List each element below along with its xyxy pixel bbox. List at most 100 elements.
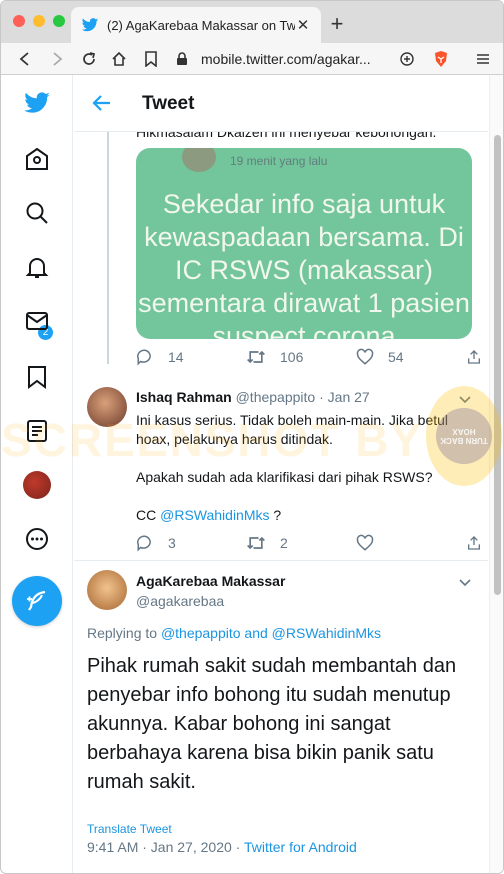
reply-tweet-body: Ini kasus serius. Tidak boleh main-main.… — [136, 411, 466, 544]
bookmark-button[interactable] — [141, 49, 161, 69]
close-window-button[interactable] — [13, 15, 25, 27]
nav-notifications[interactable] — [23, 253, 51, 281]
plus-circle-icon — [400, 52, 414, 66]
tab-title: (2) AgaKarebaa Makassar on Twitt — [107, 17, 295, 33]
nav-profile-avatar[interactable] — [23, 471, 51, 499]
replying-label: Replying to — [87, 625, 158, 641]
share-button[interactable] — [466, 534, 488, 552]
replying-to: Replying to @thepappito and @RSWahidinMk… — [87, 625, 381, 641]
add-bookmark-button[interactable] — [397, 49, 417, 69]
lock-icon — [177, 52, 187, 65]
bookmark-outline-icon — [145, 51, 157, 67]
heart-icon — [356, 534, 374, 551]
nav-home[interactable] — [23, 145, 51, 173]
like-button[interactable] — [356, 534, 466, 552]
parent-tweet-partial-text: Hikmasalam Dkaizen ini menyebar kebohong… — [136, 132, 437, 140]
maximize-window-button[interactable] — [53, 15, 65, 27]
nav-explore[interactable] — [23, 199, 51, 227]
mention-link[interactable]: @RSWahidinMks — [160, 507, 269, 523]
heart-icon — [356, 348, 374, 365]
share-icon — [468, 536, 480, 550]
reply-count: 3 — [168, 535, 176, 551]
tweet-thread: Hikmasalam Dkaizen ini menyebar kebohong… — [74, 132, 488, 873]
thread-connector-line — [107, 132, 109, 364]
share-button[interactable] — [466, 348, 488, 366]
tweet-source-link[interactable]: Twitter for Android — [244, 839, 357, 855]
nav-bookmarks[interactable] — [23, 363, 51, 391]
search-icon — [26, 202, 48, 224]
cc-suffix: ? — [273, 507, 282, 523]
scrollbar-thumb[interactable] — [494, 135, 501, 595]
browser-toolbar: mobile.twitter.com/agakar... — [1, 43, 503, 75]
reply-count: 14 — [168, 349, 184, 365]
reload-button[interactable] — [79, 49, 99, 69]
avatar[interactable] — [87, 570, 127, 610]
tweet-timestamp[interactable]: 9:41 AM · Jan 27, 2020 · — [87, 839, 240, 855]
cc-label: CC — [136, 507, 157, 523]
twitter-bird-icon — [24, 92, 50, 113]
back-button[interactable] — [15, 49, 35, 69]
address-bar[interactable]: mobile.twitter.com/agakar... — [175, 47, 421, 71]
forward-button[interactable] — [47, 49, 67, 69]
forward-arrow-icon — [53, 52, 63, 66]
tweet-divider — [74, 560, 488, 561]
hamburger-menu-icon — [477, 54, 489, 64]
retweet-button[interactable]: 106 — [246, 348, 356, 366]
twitter-logo-button[interactable] — [23, 89, 51, 117]
tweet-metadata: 9:41 AM · Jan 27, 2020 · Twitter for And… — [87, 839, 357, 855]
author-handle[interactable]: @thepappito — [236, 389, 316, 405]
seal-label: TURN BACK HOAX — [436, 408, 492, 464]
envelope-icon — [26, 312, 48, 330]
new-tab-button[interactable]: + — [327, 11, 347, 37]
turnbackhoax-seal: TURN BACK HOAX — [426, 386, 502, 486]
nav-more[interactable] — [23, 525, 51, 553]
reply-tweet-actions: 3 2 — [136, 534, 488, 552]
back-arrow-button[interactable] — [90, 91, 114, 115]
nav-lists[interactable] — [23, 417, 51, 445]
author-handle[interactable]: @agakarebaa — [136, 593, 224, 609]
compose-tweet-button[interactable] — [12, 576, 62, 626]
browser-tab[interactable]: (2) AgaKarebaa Makassar on Twitt ✕ — [71, 7, 321, 43]
browser-menu-button[interactable] — [473, 49, 493, 69]
reply-button[interactable]: 3 — [136, 534, 246, 552]
bookmark-icon — [28, 366, 46, 389]
retweet-count: 2 — [280, 535, 288, 551]
home-button[interactable] — [109, 49, 129, 69]
reply-button[interactable]: 14 — [136, 348, 246, 366]
translate-tweet-link[interactable]: Translate Tweet — [87, 822, 172, 836]
retweet-count: 106 — [280, 349, 304, 365]
image-text: Sekedar info saja untuk kewaspadaan bers… — [138, 189, 470, 339]
brave-shield-button[interactable] — [431, 49, 451, 69]
twitter-sidebar: 2 — [1, 75, 73, 873]
reload-icon — [83, 52, 96, 65]
home-icon — [112, 51, 126, 66]
tweet-date[interactable]: Jan 27 — [328, 389, 370, 405]
quoted-avatar — [182, 148, 216, 172]
nav-messages[interactable] — [23, 307, 51, 335]
home-icon — [26, 147, 48, 170]
chevron-down-icon[interactable] — [458, 575, 472, 589]
scrollbar[interactable] — [489, 75, 503, 873]
reply-icon — [137, 535, 151, 552]
author-name[interactable]: Ishaq Rahman — [136, 389, 232, 405]
brave-lion-icon — [435, 51, 447, 67]
retweet-icon — [247, 350, 265, 364]
lists-icon — [27, 420, 47, 442]
reply-tweet-header: Ishaq Rahman @thepappito · Jan 27 — [136, 389, 370, 405]
like-button[interactable]: 54 — [356, 348, 466, 366]
url-text: mobile.twitter.com/agakar... — [201, 51, 371, 67]
minimize-window-button[interactable] — [33, 15, 45, 27]
tweet-text: Apakah sudah ada klarifikasi dari pihak … — [136, 469, 433, 485]
avatar[interactable] — [87, 387, 127, 427]
title-bar: (2) AgaKarebaa Makassar on Twitt ✕ + — [1, 1, 503, 43]
bell-icon — [25, 258, 49, 278]
replying-mentions-link[interactable]: @thepappito and @RSWahidinMks — [161, 625, 381, 641]
author-name[interactable]: AgaKarebaa Makassar — [136, 573, 285, 589]
tweet-text: CC @RSWahidinMks ? — [136, 506, 466, 525]
reply-icon — [137, 349, 151, 366]
tab-close-button[interactable]: ✕ — [295, 16, 311, 34]
retweet-button[interactable]: 2 — [246, 534, 356, 552]
like-count: 54 — [388, 349, 404, 365]
tweet-image[interactable]: 19 menit yang lalu Sekedar info saja unt… — [136, 148, 472, 339]
page-title: Tweet — [142, 93, 195, 114]
